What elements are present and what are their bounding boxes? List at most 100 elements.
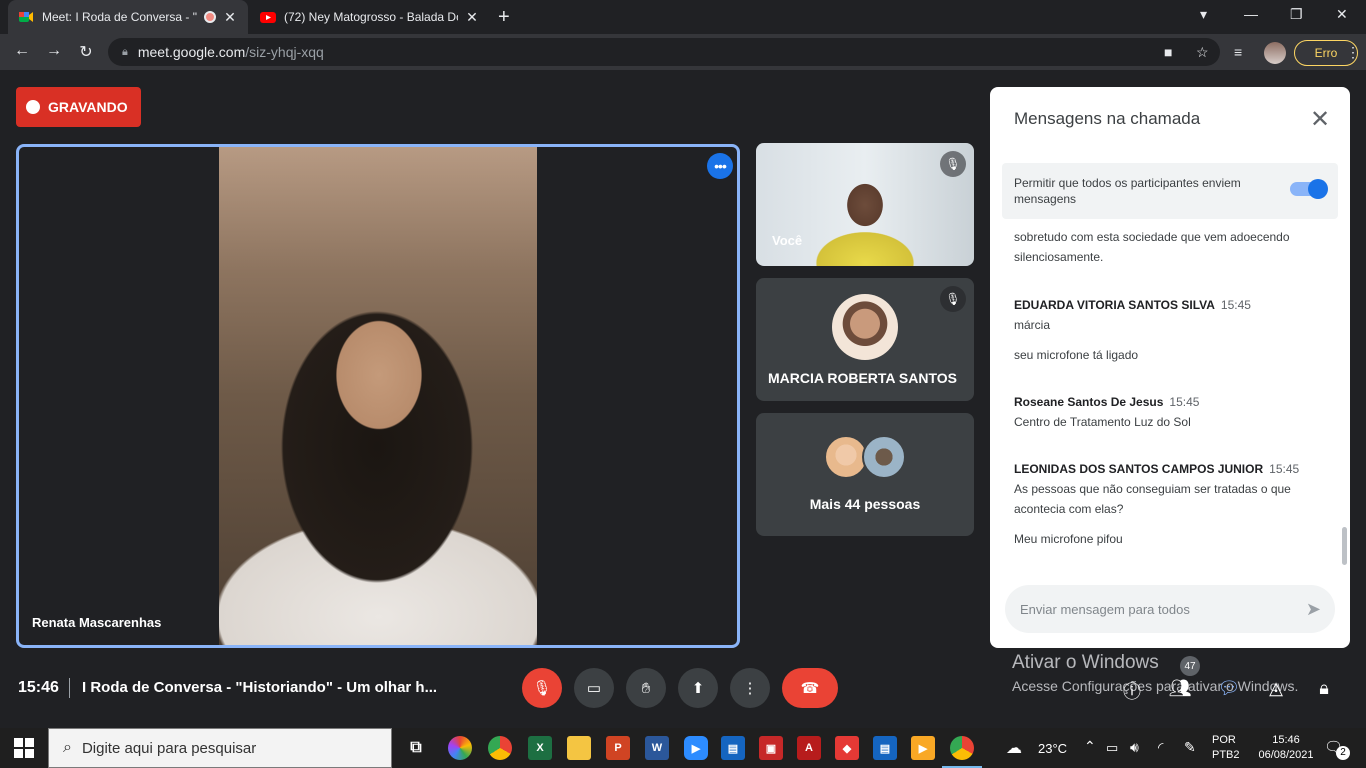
weather-icon[interactable]: ☁ bbox=[1006, 738, 1022, 758]
present-screen-button[interactable]: ⬆ bbox=[678, 668, 718, 708]
activation-subtitle: Acesse Configurações para ativar o Windo… bbox=[1012, 678, 1299, 694]
excel-icon[interactable]: X bbox=[528, 736, 552, 760]
hangup-icon: ☎︎ bbox=[800, 680, 820, 697]
chat-message: sobretudo com esta sociedade que vem ado… bbox=[1014, 227, 1330, 267]
more-people-label: Mais 44 pessoas bbox=[809, 496, 921, 512]
mic-off-icon: 🎙︎ bbox=[940, 286, 966, 312]
chrome-icon[interactable] bbox=[488, 736, 512, 760]
task-view-icon[interactable]: ⧉ bbox=[404, 736, 428, 760]
close-window-button[interactable]: ✕ bbox=[1336, 6, 1348, 23]
close-tab-icon[interactable]: ✕ bbox=[222, 9, 238, 26]
weather-temp[interactable]: 23°C bbox=[1038, 741, 1067, 756]
taskbar-search[interactable]: ⌕ bbox=[48, 728, 392, 768]
taskbar-search-input[interactable] bbox=[81, 739, 362, 757]
avatar bbox=[862, 435, 906, 479]
leave-call-button[interactable]: ☎︎ bbox=[782, 668, 838, 708]
url-field[interactable]: 🔒︎ meet.google.com/siz-yhqj-xqq bbox=[108, 38, 1220, 66]
chrome-active-icon[interactable] bbox=[950, 736, 974, 760]
host-controls-icon[interactable]: 🔒︎ bbox=[1311, 678, 1337, 699]
photos-app-icon[interactable] bbox=[448, 736, 472, 760]
chevron-up-icon[interactable]: ⌃ bbox=[1084, 738, 1096, 755]
windows-activation-watermark: Ativar o Windows Acesse Configurações pa… bbox=[1012, 652, 1298, 694]
chat-message: Roseane Santos De Jesus 15:45 Centro de T… bbox=[1014, 392, 1330, 432]
chat-message: LEONIDAS DOS SANTOS CAMPOS JUNIOR 15:45 A… bbox=[1014, 459, 1330, 549]
message-sender: LEONIDAS DOS SANTOS CAMPOS JUNIOR bbox=[1014, 462, 1264, 476]
mic-off-icon: 🎙︎ bbox=[940, 151, 966, 177]
camera-icon[interactable]: ■ bbox=[1164, 44, 1172, 60]
windows-taskbar: ⌕ ⧉ X P W ▶ ▤ ▣ A ◆ ▤ ▶ ☁ 23°C ⌃ ▭ 🔊︎ ◜ … bbox=[0, 728, 1366, 768]
close-icon[interactable]: ✕ bbox=[1310, 105, 1330, 134]
participants-count-badge: 47 bbox=[1180, 656, 1200, 676]
chat-icon[interactable]: 💬︎ bbox=[1216, 678, 1242, 699]
raise-hand-button[interactable]: ✋︎ bbox=[626, 668, 666, 708]
chat-input-box: ➤ bbox=[1005, 585, 1335, 633]
new-tab-button[interactable]: + bbox=[498, 6, 510, 29]
bookmark-star-icon[interactable]: ☆ bbox=[1196, 44, 1209, 61]
battery-icon[interactable]: ▭ bbox=[1106, 740, 1118, 756]
message-time: 15:45 bbox=[1169, 395, 1200, 409]
permission-toggle[interactable] bbox=[1290, 179, 1328, 199]
more-people-tile[interactable]: Mais 44 pessoas bbox=[756, 413, 974, 536]
close-tab-icon[interactable]: ✕ bbox=[464, 9, 480, 26]
info-icon[interactable]: ⓘ bbox=[1119, 678, 1145, 704]
url-path: /siz-yhqj-xqq bbox=[245, 44, 324, 60]
chat-message-input[interactable] bbox=[1020, 601, 1290, 617]
file-explorer-icon[interactable] bbox=[567, 736, 591, 760]
mic-toggle-button[interactable]: 🎙︎ bbox=[522, 668, 562, 708]
message-time: 15:45 bbox=[1269, 462, 1300, 476]
youtube-icon bbox=[260, 12, 276, 23]
pen-icon[interactable]: ✎ bbox=[1184, 739, 1196, 756]
word-icon[interactable]: W bbox=[645, 736, 669, 760]
google-meet-icon bbox=[19, 12, 33, 22]
tab-search-icon[interactable]: ▾ bbox=[1200, 6, 1207, 23]
chat-scrollbar[interactable] bbox=[1342, 527, 1347, 565]
maximize-button[interactable]: ❐ bbox=[1290, 6, 1303, 23]
permission-label: Permitir que todos os participantes envi… bbox=[1014, 176, 1241, 206]
url-host: meet.google.com bbox=[137, 44, 246, 60]
profile-avatar[interactable] bbox=[1264, 42, 1286, 64]
tab-meet[interactable]: Meet: I Roda de Conversa - " ✕ bbox=[8, 0, 248, 34]
wifi-icon[interactable]: ◜ bbox=[1158, 739, 1163, 756]
app-icon-3[interactable]: ▤ bbox=[873, 736, 897, 760]
lock-icon: 🔒︎ bbox=[122, 45, 128, 58]
clock-time: 15:46 bbox=[1272, 734, 1300, 746]
zoom-icon[interactable]: ▶ bbox=[684, 736, 708, 760]
participant-name: Você bbox=[772, 233, 803, 248]
language-code: POR bbox=[1212, 734, 1236, 746]
main-video-tile[interactable]: Renata Mascarenhas ••• bbox=[16, 144, 740, 648]
camera-toggle-button[interactable]: ▭ bbox=[574, 668, 614, 708]
self-video-tile[interactable]: Você 🎙︎ bbox=[756, 143, 974, 266]
people-icon[interactable]: 👥︎ bbox=[1167, 678, 1193, 699]
acrobat-icon[interactable]: A bbox=[797, 736, 821, 760]
back-icon[interactable]: ← bbox=[12, 42, 32, 60]
language-indicator[interactable]: POR PTB2 bbox=[1212, 733, 1240, 763]
system-clock[interactable]: 15:46 06/08/2021 bbox=[1256, 733, 1316, 763]
mic-off-icon: 🎙︎ bbox=[532, 680, 552, 697]
app-icon-2[interactable]: ▣ bbox=[759, 736, 783, 760]
anydesk-icon[interactable]: ◆ bbox=[835, 736, 859, 760]
tab-title: Meet: I Roda de Conversa - " bbox=[42, 10, 197, 24]
browser-tab-strip: Meet: I Roda de Conversa - " ✕ (72) Ney … bbox=[0, 0, 1366, 34]
media-control-icon[interactable]: ≡ bbox=[1234, 44, 1242, 60]
message-text: márcia bbox=[1014, 318, 1051, 332]
media-player-icon[interactable]: ▶ bbox=[911, 736, 935, 760]
activation-title: Ativar o Windows bbox=[1012, 652, 1159, 673]
avatar bbox=[832, 294, 898, 360]
more-options-button[interactable]: ••• bbox=[707, 153, 733, 179]
minimize-button[interactable]: — bbox=[1244, 6, 1258, 22]
app-icon-1[interactable]: ▤ bbox=[721, 736, 745, 760]
menu-dots-icon[interactable]: ⋮ bbox=[1346, 44, 1360, 61]
tab-youtube[interactable]: (72) Ney Matogrosso - Balada Do ✕ bbox=[250, 0, 490, 34]
reload-icon[interactable]: ↻ bbox=[76, 42, 96, 62]
participant-tile-marcia[interactable]: MARCIA ROBERTA SANTOS 🎙︎ bbox=[756, 278, 974, 401]
message-sender: Roseane Santos De Jesus bbox=[1014, 395, 1164, 409]
volume-icon[interactable]: 🔊︎ bbox=[1130, 739, 1139, 756]
powerpoint-icon[interactable]: P bbox=[606, 736, 630, 760]
send-icon[interactable]: ➤ bbox=[1306, 599, 1321, 620]
windows-start-icon[interactable] bbox=[14, 738, 34, 758]
more-options-button[interactable]: ⋮ bbox=[730, 668, 770, 708]
forward-icon[interactable]: → bbox=[44, 42, 64, 60]
meeting-title: I Roda de Conversa - "Historiando" - Um … bbox=[82, 679, 438, 696]
message-time: 15:45 bbox=[1220, 298, 1251, 312]
activities-icon[interactable]: ◬ bbox=[1263, 678, 1289, 699]
